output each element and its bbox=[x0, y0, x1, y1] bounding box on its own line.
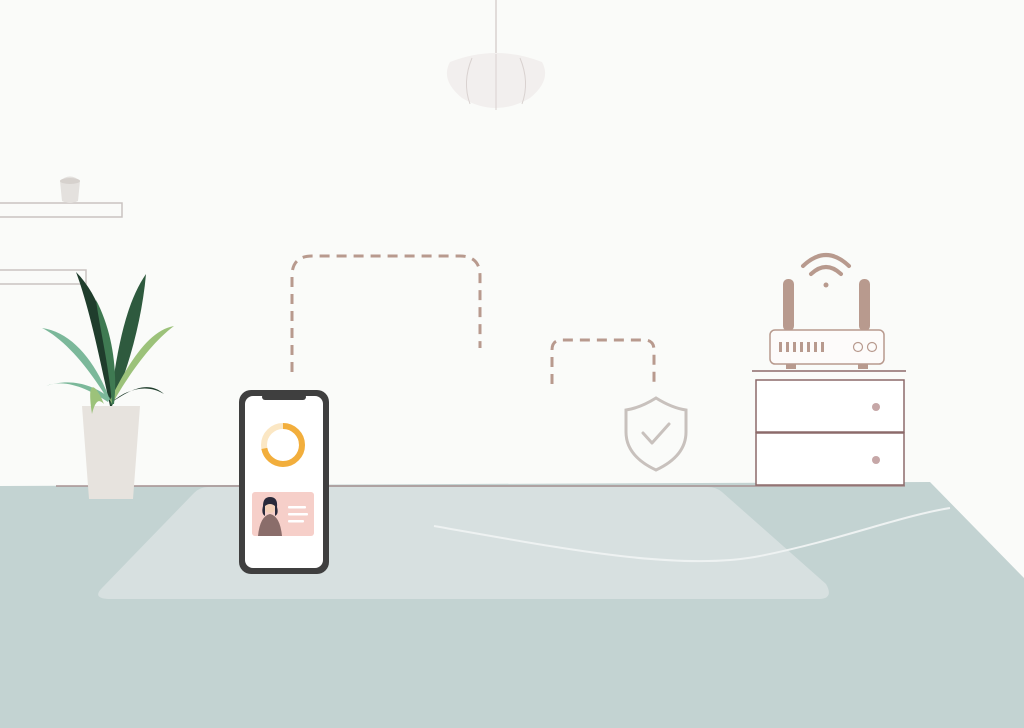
shelf-upper bbox=[0, 202, 123, 218]
card-text-line bbox=[288, 520, 304, 523]
cabinet-drawer-upper bbox=[755, 379, 905, 433]
smartphone bbox=[239, 390, 329, 574]
cabinet-drawer-lower bbox=[755, 432, 905, 486]
smart-home-scene bbox=[0, 0, 1024, 728]
phone-notch bbox=[262, 394, 306, 400]
shelf-lower bbox=[0, 269, 87, 285]
router-antenna-left bbox=[783, 279, 794, 331]
card-text-line bbox=[288, 506, 306, 509]
plant-pot bbox=[82, 406, 140, 499]
small-vase bbox=[60, 176, 80, 203]
card-text-line bbox=[288, 513, 308, 516]
drawer-knob bbox=[872, 456, 880, 464]
router-foot bbox=[786, 364, 796, 369]
router-antenna-right bbox=[859, 279, 870, 331]
side-cabinet bbox=[752, 370, 906, 486]
phone-screen bbox=[245, 396, 323, 568]
router-foot bbox=[858, 364, 868, 369]
rug bbox=[98, 487, 829, 599]
drawer-knob bbox=[872, 403, 880, 411]
